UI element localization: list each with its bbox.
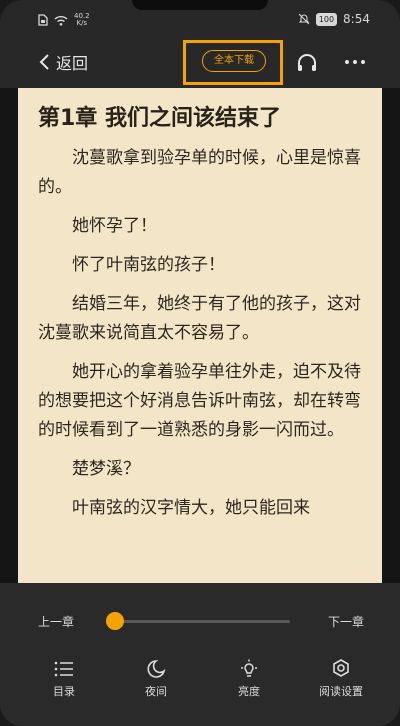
night-mode-button[interactable]: 夜间 <box>126 659 186 699</box>
gear-icon <box>333 659 349 677</box>
paragraph: 怀了叶南弦的孩子！ <box>72 255 225 275</box>
clock: 8:54 <box>343 12 370 26</box>
brightness-button[interactable]: 亮度 <box>219 659 279 699</box>
chapter-progress-slider[interactable] <box>106 612 290 630</box>
reader-page[interactable]: 第1章 我们之间该结束了 沈蔓歌拿到验孕单的时候，心里是惊喜的。 她怀孕了！ 怀… <box>18 88 382 583</box>
sim-icon <box>38 14 48 26</box>
camera-notch <box>132 0 268 10</box>
more-dots-icon[interactable] <box>343 50 367 79</box>
night-mode-icon <box>147 660 166 678</box>
toc-label: 目录 <box>53 685 75 698</box>
brightness-icon <box>241 659 257 677</box>
status-left: 40.2 K/s <box>38 13 90 27</box>
settings-label: 阅读设置 <box>319 685 363 698</box>
paragraph: 沈蔓歌拿到验孕单的时候，心里是惊喜的。 <box>38 148 361 197</box>
paragraph: 结婚三年，她终于有了他的孩子，这对沈蔓歌来说简直太不容易了。 <box>38 294 361 343</box>
brightness-label: 亮度 <box>238 685 260 698</box>
back-button[interactable]: 返回 <box>38 50 88 74</box>
prev-chapter-button[interactable]: 上一章 <box>38 613 74 630</box>
battery-level: 100 <box>315 12 338 26</box>
paragraph: 她怀孕了！ <box>72 216 157 236</box>
back-label: 返回 <box>56 54 89 73</box>
phone-screen: 40.2 K/s 100 8:54 返回 全本下载 第1章 我们之间该结束了 沈… <box>0 0 400 726</box>
headphone-icon[interactable] <box>296 52 318 74</box>
download-all-button[interactable]: 全本下载 <box>202 50 266 72</box>
paragraph: 她开心的拿着验孕单往外走，迫不及待的想要把这个好消息告诉叶南弦，却在转弯的时候看… <box>38 362 361 440</box>
paragraph: 楚梦溪？ <box>72 459 140 479</box>
status-right: 100 8:54 <box>298 12 370 26</box>
slider-thumb[interactable] <box>106 612 125 630</box>
network-speed-unit: K/s <box>76 19 88 27</box>
reader-toolbar: 返回 全本下载 <box>0 40 400 88</box>
chevron-left-icon <box>39 54 49 70</box>
night-label: 夜间 <box>145 685 167 698</box>
chapter-title: 第1章 我们之间该结束了 <box>38 106 281 131</box>
paragraph: 叶南弦的汉字情大，她只能回来 <box>72 498 310 518</box>
list-icon <box>54 661 73 677</box>
wifi-icon <box>54 15 68 26</box>
mute-bell-icon <box>298 13 310 25</box>
reading-settings-button[interactable]: 阅读设置 <box>311 659 371 699</box>
reader-bottom-panel: 上一章 下一章 目录 夜间 亮度 阅读设置 <box>0 583 400 726</box>
toc-button[interactable]: 目录 <box>34 659 94 699</box>
status-bar: 40.2 K/s 100 8:54 <box>0 0 400 40</box>
network-speed: 40.2 K/s <box>74 13 90 27</box>
next-chapter-button[interactable]: 下一章 <box>328 613 364 630</box>
chapter-body: 沈蔓歌拿到验孕单的时候，心里是惊喜的。 她怀孕了！ 怀了叶南弦的孩子！ 结婚三年… <box>38 144 368 533</box>
